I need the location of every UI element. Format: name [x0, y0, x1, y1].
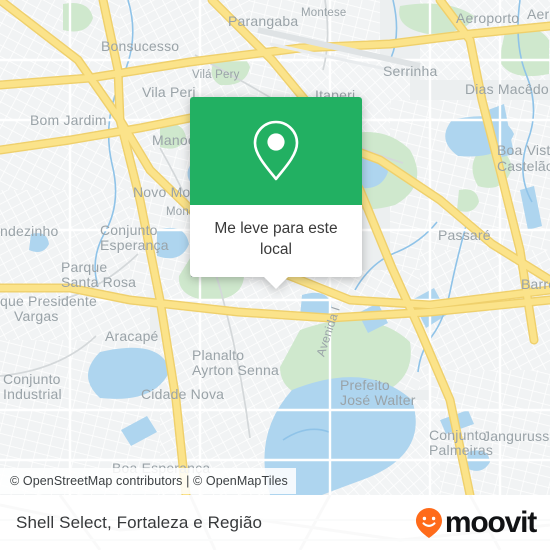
popup-message: Me leve para este local	[190, 205, 362, 277]
moovit-smiley-pin-icon	[415, 507, 442, 538]
page-title: Shell Select, Fortaleza e Região	[16, 512, 263, 532]
moovit-logo-text: moovit	[444, 505, 537, 539]
map-pin-icon	[253, 120, 299, 181]
location-popup-card[interactable]: Me leve para este local	[190, 97, 362, 289]
popup-header	[190, 97, 362, 205]
moovit-logo[interactable]: moovit	[414, 505, 537, 539]
popup-tail-pointer	[263, 275, 289, 289]
footer-bar: Shell Select, Fortaleza e Região moovit	[0, 495, 550, 550]
map-attribution: © OpenStreetMap contributors | © OpenMap…	[0, 468, 296, 494]
app-screenshot: ParangabaMonteseAeroportoAerolândiaBonsu…	[0, 0, 550, 550]
attribution-text: © OpenStreetMap contributors | © OpenMap…	[10, 474, 288, 488]
map-canvas[interactable]: ParangabaMonteseAeroportoAerolândiaBonsu…	[0, 0, 550, 495]
